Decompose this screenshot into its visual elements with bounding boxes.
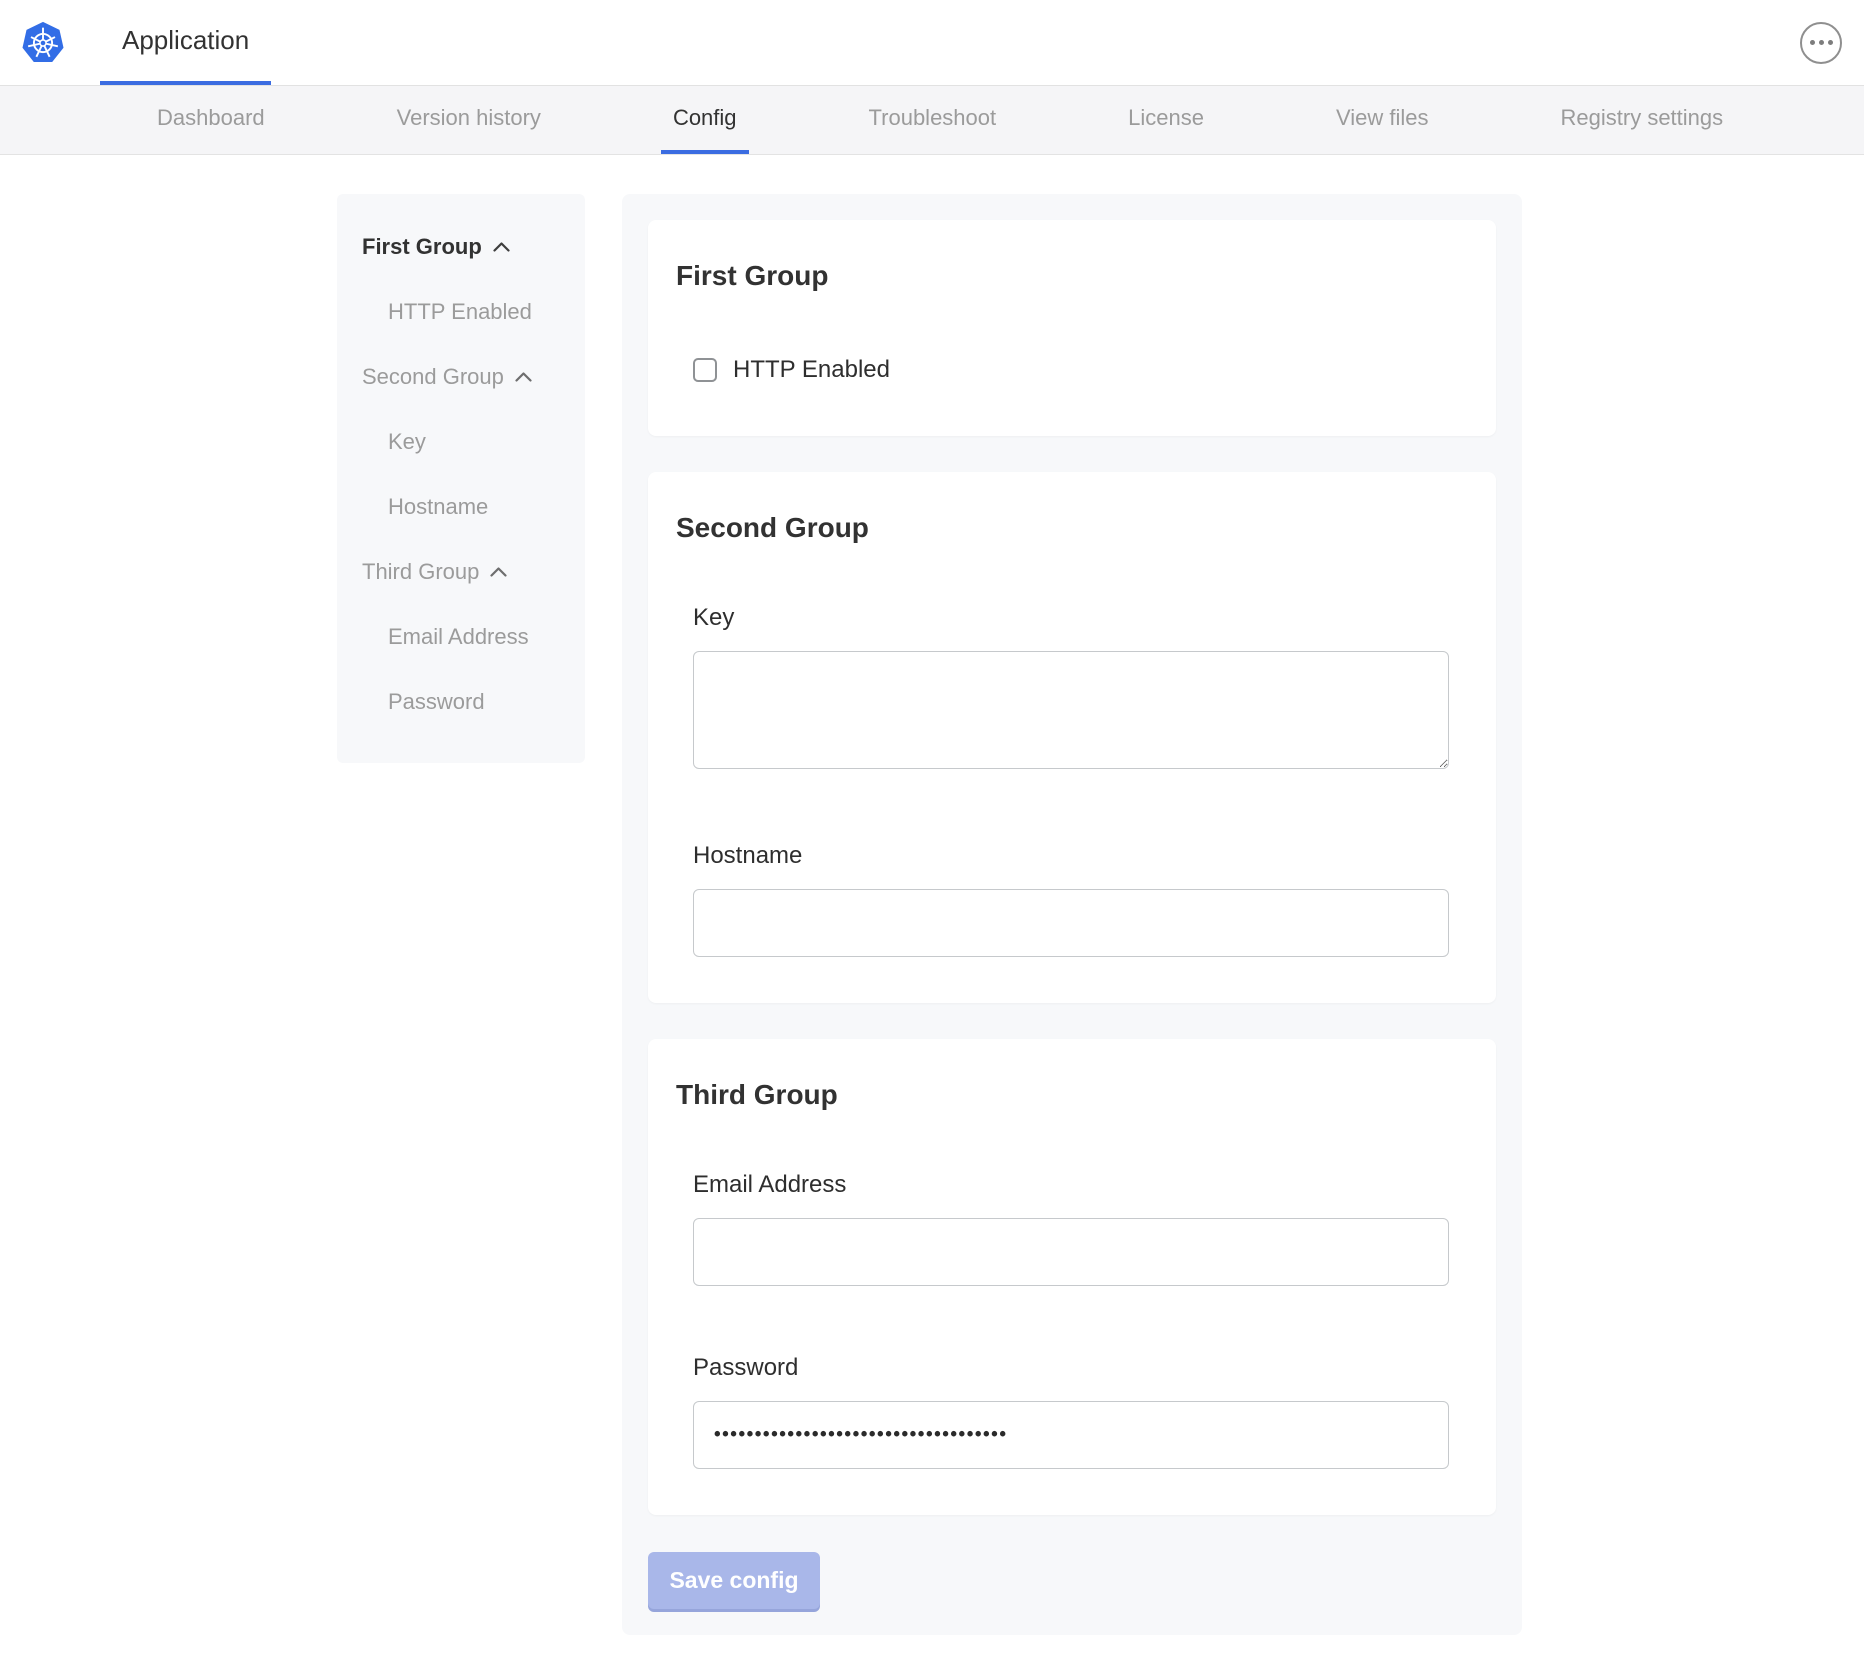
config-group-third: Third Group Email Address Password: [648, 1039, 1496, 1515]
config-group-first: First Group HTTP Enabled: [648, 220, 1496, 436]
content-area: First Group HTTP Enabled Second Group Ke…: [337, 194, 1864, 1635]
email-address-label: Email Address: [693, 1171, 1450, 1199]
config-sidebar: First Group HTTP Enabled Second Group Ke…: [337, 194, 585, 763]
group-title-second: Second Group: [676, 512, 1450, 544]
key-textarea[interactable]: [693, 651, 1449, 769]
tab-config[interactable]: Config: [661, 86, 749, 154]
tab-view-files[interactable]: View files: [1324, 86, 1441, 154]
config-group-second: Second Group Key Hostname: [648, 472, 1496, 1003]
config-panel: First Group HTTP Enabled Second Group Ke…: [622, 194, 1522, 1635]
chevron-up-icon: [493, 242, 510, 252]
sidebar-item-hostname[interactable]: Hostname: [388, 494, 575, 520]
tab-version-history[interactable]: Version history: [385, 86, 553, 154]
hostname-label: Hostname: [693, 842, 1450, 870]
top-header: Application: [0, 0, 1864, 86]
key-label: Key: [693, 604, 1450, 632]
field-hostname: Hostname: [693, 842, 1450, 957]
http-enabled-row: HTTP Enabled: [693, 356, 1450, 384]
password-label: Password: [693, 1354, 1450, 1382]
more-options-button[interactable]: [1800, 22, 1842, 64]
field-key: Key: [693, 604, 1450, 774]
sidebar-item-email-address[interactable]: Email Address: [388, 624, 575, 650]
app-tab-label: Application: [122, 25, 249, 56]
chevron-up-icon: [490, 567, 507, 577]
tab-dashboard[interactable]: Dashboard: [145, 86, 277, 154]
kubernetes-logo-icon: [20, 20, 66, 66]
email-address-input[interactable]: [693, 1218, 1449, 1286]
field-password: Password: [693, 1354, 1450, 1469]
save-config-button[interactable]: Save config: [648, 1552, 820, 1609]
logo-wrap: [0, 0, 66, 85]
sidebar-item-http-enabled[interactable]: HTTP Enabled: [388, 299, 575, 325]
hostname-input[interactable]: [693, 889, 1449, 957]
sidebar-item-first-group[interactable]: First Group: [362, 234, 575, 260]
sidebar-item-key[interactable]: Key: [388, 429, 575, 455]
sidebar-item-password[interactable]: Password: [388, 689, 575, 715]
app-tab[interactable]: Application: [100, 0, 271, 85]
header-right: [1800, 0, 1864, 85]
group-title-first: First Group: [676, 260, 1450, 292]
sidebar-item-second-group[interactable]: Second Group: [362, 364, 575, 390]
sidebar-item-third-group[interactable]: Third Group: [362, 559, 575, 585]
http-enabled-checkbox[interactable]: [693, 358, 717, 382]
tab-troubleshoot[interactable]: Troubleshoot: [857, 86, 1009, 154]
field-email-address: Email Address: [693, 1171, 1450, 1286]
http-enabled-label: HTTP Enabled: [733, 356, 890, 384]
password-input[interactable]: [693, 1401, 1449, 1469]
tab-registry-settings[interactable]: Registry settings: [1549, 86, 1736, 154]
tab-license[interactable]: License: [1116, 86, 1216, 154]
chevron-up-icon: [515, 372, 532, 382]
nav-tab-bar: Dashboard Version history Config Trouble…: [0, 86, 1864, 155]
ellipsis-icon: [1810, 40, 1815, 45]
group-title-third: Third Group: [676, 1079, 1450, 1111]
